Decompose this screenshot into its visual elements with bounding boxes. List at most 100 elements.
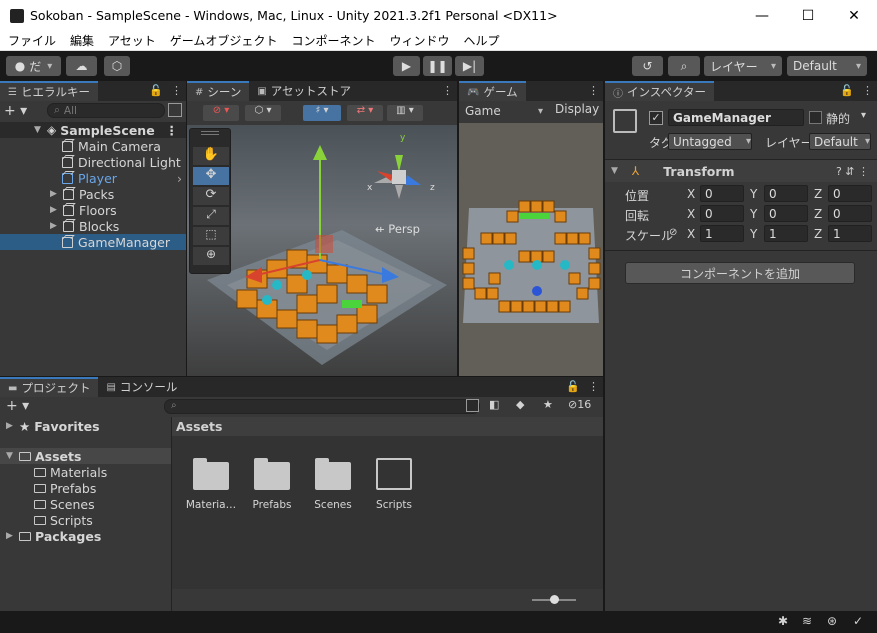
tab-project[interactable]: ▬ プロジェクト xyxy=(0,377,99,397)
object-name-input[interactable]: GameManager xyxy=(668,109,804,126)
component-tools[interactable]: ? ⇵ ⋮ xyxy=(836,165,869,178)
scene-menu-icon[interactable]: ⋮ xyxy=(166,123,179,138)
transform-tool-icon[interactable]: ⊕ xyxy=(193,247,229,265)
zoom-slider-thumb[interactable] xyxy=(550,595,559,604)
tab-console[interactable]: ▤ コンソール xyxy=(98,377,186,397)
position-z-input[interactable]: 0 xyxy=(828,185,872,202)
minimize-button[interactable]: — xyxy=(739,0,785,31)
hierarchy-item-player[interactable]: Player › xyxy=(0,170,186,186)
asset-label[interactable]: Scenes xyxy=(303,499,363,511)
pause-button[interactable]: ❚❚ xyxy=(423,56,452,76)
check-icon[interactable]: ✓ xyxy=(853,614,863,628)
asset-label[interactable]: Materia… xyxy=(181,499,241,511)
drag-handle[interactable] xyxy=(201,131,219,135)
hierarchy-item[interactable]: Main Camera xyxy=(0,138,186,154)
chevron-right-icon[interactable]: › xyxy=(177,171,182,186)
hand-tool-icon[interactable]: ✋ xyxy=(193,147,229,165)
position-y-input[interactable]: 0 xyxy=(764,185,808,202)
more-icon[interactable]: ⋮ xyxy=(442,84,453,97)
folder-row[interactable]: Materials xyxy=(34,464,107,480)
scene-row[interactable]: ▼ ◈ SampleScene ⋮ xyxy=(0,122,186,138)
draw-mode-dropdown[interactable]: ⊘ ▾ xyxy=(203,105,239,121)
step-button[interactable]: ▶| xyxy=(455,56,484,76)
filter-label-icon[interactable]: ◆ xyxy=(516,398,524,411)
more-icon[interactable]: ⋮ xyxy=(588,84,599,97)
layers-dropdown[interactable]: レイヤー xyxy=(704,56,782,76)
expand-icon[interactable]: ▼ xyxy=(34,125,43,135)
add-component-button[interactable]: コンポーネントを追加 xyxy=(625,262,855,284)
packages-row[interactable]: ▶ Packages xyxy=(6,528,101,544)
hierarchy-item[interactable]: ▶ Floors xyxy=(0,202,186,218)
rotate-tool-icon[interactable]: ⟳ xyxy=(193,187,229,205)
layers-icon[interactable]: ≋ xyxy=(802,614,812,628)
menu-window[interactable]: ウィンドウ xyxy=(389,32,449,49)
expand-icon[interactable]: ▶ xyxy=(50,205,59,215)
projection-label[interactable]: ⇷ Persp xyxy=(375,222,420,236)
static-checkbox[interactable] xyxy=(809,111,822,124)
tab-asset-store[interactable]: ▣ アセットストア xyxy=(249,81,360,101)
menu-component[interactable]: コンポーネント xyxy=(291,32,375,49)
bug-icon[interactable]: ✱ xyxy=(778,614,788,628)
search-button[interactable]: ⌕ xyxy=(668,56,700,76)
hierarchy-item[interactable]: ▶ Packs xyxy=(0,186,186,202)
rotation-x-input[interactable]: 0 xyxy=(700,205,744,222)
scale-y-input[interactable]: 1 xyxy=(764,225,808,242)
tag-dropdown[interactable]: Untagged xyxy=(668,133,752,150)
tab-inspector[interactable]: ⓘ インスペクター xyxy=(605,81,715,101)
history-button[interactable]: ↺ xyxy=(632,56,663,76)
hierarchy-item[interactable]: Directional Light xyxy=(0,154,186,170)
folder-row[interactable]: Scripts xyxy=(34,512,93,528)
expand-icon[interactable]: ▶ xyxy=(6,531,15,541)
link-icon[interactable]: ⊘ xyxy=(669,227,677,238)
expand-icon[interactable]: ▶ xyxy=(50,221,59,231)
rotation-y-input[interactable]: 0 xyxy=(764,205,808,222)
hidden-packages-toggle[interactable]: ⊘16 xyxy=(568,398,591,411)
collab-button[interactable]: ⬡ xyxy=(104,56,130,76)
expand-icon[interactable]: ▶ xyxy=(6,421,15,431)
cloud-button[interactable]: ☁ xyxy=(66,56,97,76)
hierarchy-item-selected[interactable]: GameManager xyxy=(0,234,186,250)
shading-dropdown[interactable]: ⬡ ▾ xyxy=(245,105,281,121)
create-asset-button[interactable]: + ▾ xyxy=(6,398,29,414)
favorites-row[interactable]: ▶ ★ Favorites xyxy=(6,418,100,434)
menu-file[interactable]: ファイル xyxy=(8,32,56,49)
folder-empty-icon[interactable] xyxy=(376,458,412,490)
tab-hierarchy[interactable]: ☰ ヒエラルキー xyxy=(0,81,98,101)
breadcrumb[interactable]: Assets xyxy=(172,417,603,436)
move-tool-icon[interactable]: ✥ xyxy=(193,167,229,185)
scale-x-input[interactable]: 1 xyxy=(700,225,744,242)
active-checkbox[interactable]: ✓ xyxy=(649,111,663,125)
scene-search-icon[interactable] xyxy=(168,103,182,117)
more-icon[interactable]: ⋮ xyxy=(588,380,599,393)
expand-icon[interactable]: ▶ xyxy=(50,189,59,199)
layer-dropdown[interactable]: Default xyxy=(809,133,871,150)
scale-tool-icon[interactable]: ⤢ xyxy=(193,207,229,225)
expand-icon[interactable]: ▼ xyxy=(6,451,15,461)
filter-type-icon[interactable]: ◧ xyxy=(489,398,499,411)
search-by-type-icon[interactable] xyxy=(466,399,479,412)
folder-row[interactable]: Scenes xyxy=(34,496,95,512)
folder-icon[interactable] xyxy=(254,458,290,490)
rotation-z-input[interactable]: 0 xyxy=(828,205,872,222)
gameobject-icon[interactable] xyxy=(613,109,637,133)
grid-dropdown[interactable]: ▥ ▾ xyxy=(387,105,423,121)
menu-help[interactable]: ヘルプ xyxy=(463,32,499,49)
scale-z-input[interactable]: 1 xyxy=(828,225,872,242)
favorite-star-icon[interactable]: ★ xyxy=(543,398,553,411)
play-button[interactable]: ▶ xyxy=(393,56,420,76)
assets-row[interactable]: ▼ Assets xyxy=(0,448,171,464)
tab-scene[interactable]: # シーン xyxy=(187,81,250,101)
lock-icon[interactable]: 🔓 xyxy=(566,380,580,393)
hierarchy-item[interactable]: ▶ Blocks xyxy=(0,218,186,234)
collapse-icon[interactable]: ▼ xyxy=(611,166,618,176)
maximize-button[interactable]: ☐ xyxy=(785,0,831,31)
snap-dropdown[interactable]: ⇄ ▾ xyxy=(347,105,383,121)
asset-label[interactable]: Prefabs xyxy=(242,499,302,511)
project-search-input[interactable]: ⌕ xyxy=(164,399,480,414)
menu-gameobject[interactable]: ゲームオブジェクト xyxy=(170,32,278,49)
lock-icon[interactable]: 🔓 xyxy=(149,84,163,97)
more-icon[interactable]: ⋮ xyxy=(171,84,182,97)
account-dropdown[interactable]: ● だ xyxy=(6,56,61,76)
game-viewport[interactable] xyxy=(459,123,603,376)
position-x-input[interactable]: 0 xyxy=(700,185,744,202)
